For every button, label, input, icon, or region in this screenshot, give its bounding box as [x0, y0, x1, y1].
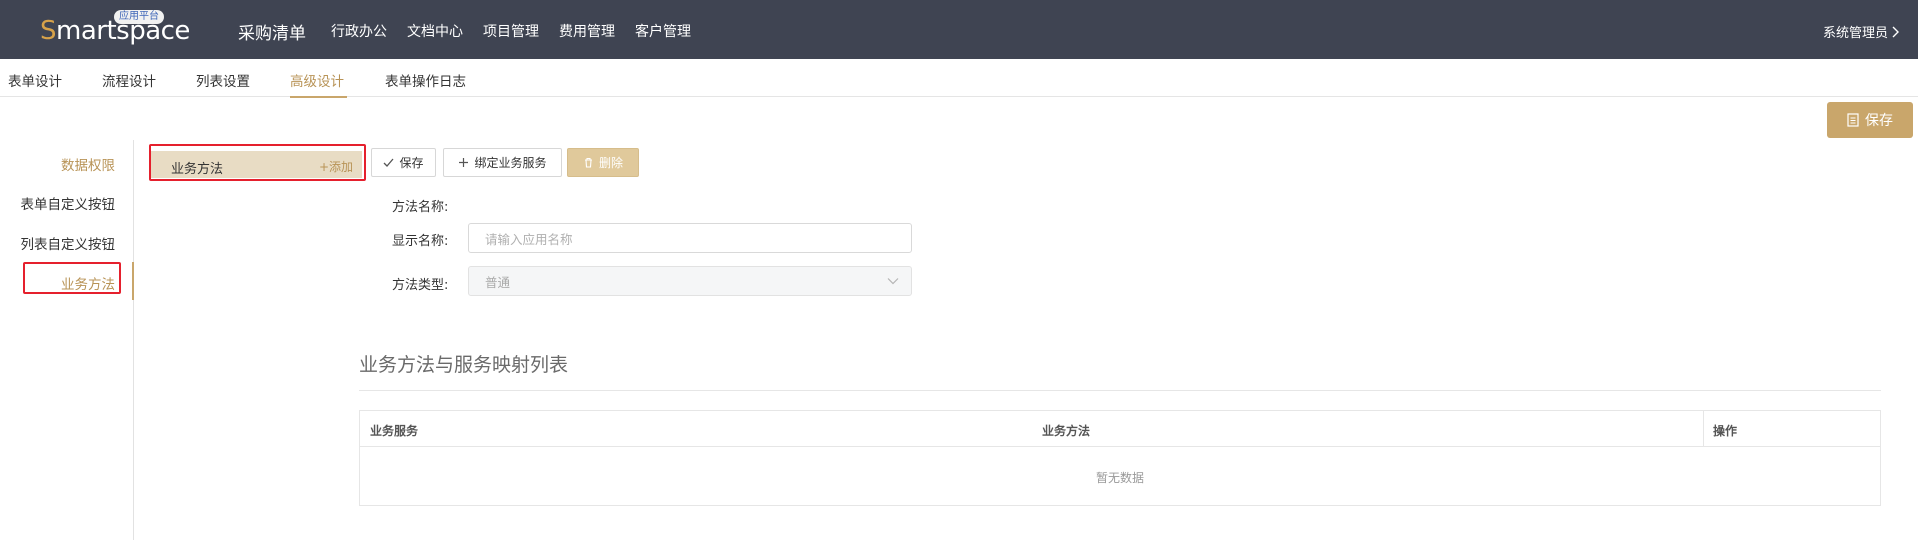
top-navbar: Smartspace 应用平台 采购清单 行政办公 文档中心 项目管理 费用管理… [0, 0, 1918, 59]
tab-form-operation-log[interactable]: 表单操作日志 [385, 70, 466, 90]
nav-item-document-center[interactable]: 文档中心 [407, 21, 463, 41]
tab-list-settings[interactable]: 列表设置 [196, 70, 250, 90]
column-divider [1880, 411, 1881, 447]
column-header-business-method: 业务方法 [1042, 424, 1091, 438]
method-type-value: 普通 [485, 274, 511, 290]
column-divider [1703, 411, 1704, 447]
mapping-section-title: 业务方法与服务映射列表 [359, 354, 569, 376]
bind-business-service-button[interactable]: 绑定业务服务 [443, 148, 562, 177]
nav-item-admin-office[interactable]: 行政办公 [331, 21, 387, 41]
table-empty-text: 暂无数据 [1095, 471, 1144, 485]
nav-item-project-management[interactable]: 项目管理 [483, 21, 539, 41]
delete-method-button[interactable]: 删除 [567, 148, 639, 177]
sidebar-item-form-custom-buttons[interactable]: 表单自定义按钮 [21, 193, 116, 213]
highlight-box-method-list [149, 144, 366, 181]
main-nav: 行政办公 文档中心 项目管理 费用管理 客户管理 [331, 21, 691, 41]
display-name-placeholder: 请输入应用名称 [485, 231, 573, 247]
check-icon [384, 158, 394, 167]
nav-item-customer-management[interactable]: 客户管理 [635, 21, 691, 41]
save-method-button[interactable]: 保存 [371, 148, 436, 177]
user-menu[interactable]: 系统管理员 [1823, 22, 1900, 41]
nav-item-expense-management[interactable]: 费用管理 [559, 21, 615, 41]
tab-advanced-design[interactable]: 高级设计 [290, 70, 344, 90]
method-type-label: 方法类型: [392, 278, 449, 293]
method-type-select[interactable]: 普通 [468, 266, 912, 296]
page-save-button[interactable]: 保存 [1827, 102, 1913, 138]
sidebar-active-indicator [132, 262, 134, 300]
table-header: 业务服务 业务方法 操作 [360, 411, 1881, 447]
mapping-table: 业务服务 业务方法 操作 暂无数据 [359, 410, 1881, 506]
app-title: 采购清单 [238, 24, 306, 44]
highlight-box-sidebar [23, 262, 121, 294]
chevron-down-icon [887, 278, 899, 285]
sidebar-item-data-permission[interactable]: 数据权限 [61, 154, 115, 174]
tab-flow-design[interactable]: 流程设计 [102, 70, 156, 90]
column-header-operation: 操作 [1713, 424, 1738, 438]
document-icon [1847, 113, 1859, 127]
delete-method-label: 删除 [598, 156, 623, 170]
method-name-label: 方法名称: [392, 200, 449, 215]
active-tab-indicator [290, 96, 347, 98]
chevron-right-icon [1892, 26, 1899, 37]
logo-badge: 应用平台 [114, 10, 164, 24]
sidebar-item-list-custom-buttons[interactable]: 列表自定义按钮 [21, 233, 116, 253]
tab-form-design[interactable]: 表单设计 [8, 70, 62, 90]
column-header-business-service: 业务服务 [370, 424, 419, 438]
save-method-label: 保存 [399, 156, 424, 170]
display-name-label: 显示名称: [392, 234, 449, 249]
logo-letter: S [40, 16, 57, 46]
plus-icon [459, 158, 469, 167]
trash-icon [584, 157, 592, 168]
advanced-sidebar: 数据权限 表单自定义按钮 列表自定义按钮 业务方法 [0, 140, 134, 540]
section-divider [359, 390, 1881, 391]
display-name-input[interactable]: 请输入应用名称 [468, 223, 912, 253]
user-name: 系统管理员 [1822, 26, 1888, 41]
bind-business-service-label: 绑定业务服务 [474, 156, 547, 170]
page-save-label: 保存 [1865, 113, 1893, 129]
designer-tabs: 表单设计 流程设计 列表设置 高级设计 表单操作日志 [0, 59, 1918, 97]
